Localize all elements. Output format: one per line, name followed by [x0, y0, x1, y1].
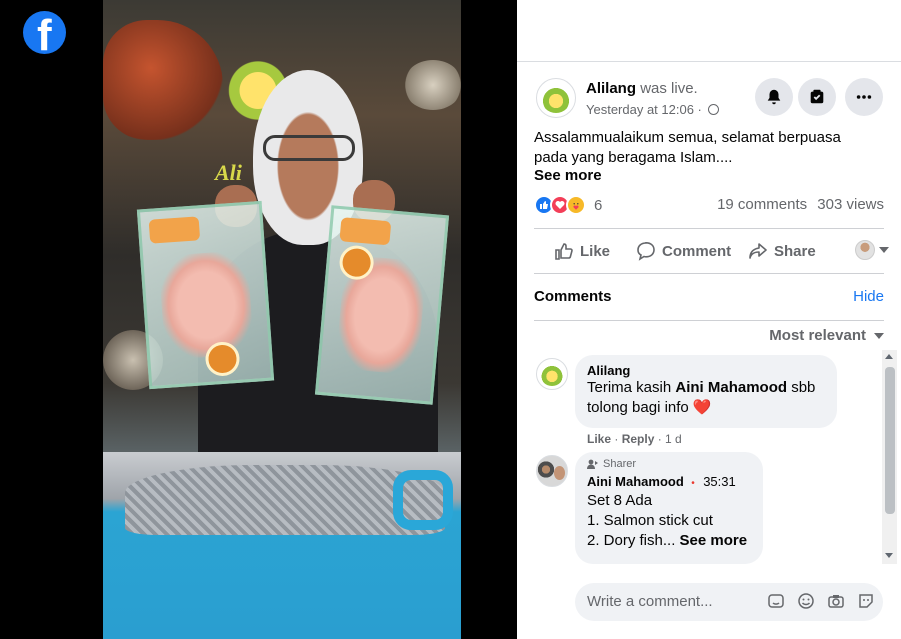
thumbs-up-icon: [555, 243, 573, 260]
user-avatar: [855, 240, 875, 260]
post-timestamp[interactable]: Yesterday at 12:06 ·: [586, 102, 702, 117]
comment-button-label: Comment: [662, 242, 732, 260]
post-see-more-link[interactable]: See more: [534, 167, 602, 184]
comment-see-more-link[interactable]: See more: [680, 532, 748, 549]
comment-sort-label: Most relevant: [769, 327, 866, 344]
panel-top-bar: [517, 0, 901, 62]
comment-age[interactable]: 1 d: [665, 432, 682, 446]
share-as-selector[interactable]: [855, 240, 889, 260]
sticker-icon[interactable]: [857, 592, 875, 610]
sharer-person-icon: [587, 459, 598, 469]
comment-author[interactable]: Alilang: [587, 363, 825, 378]
presenter-glasses: [263, 135, 355, 161]
share-button[interactable]: Share: [748, 239, 816, 263]
sharer-badge-label: Sharer: [603, 458, 637, 470]
comment-line-last: 2. Dory fish... See more: [587, 531, 751, 551]
comment-avatar[interactable]: [536, 358, 568, 390]
comment-like-link[interactable]: Like: [587, 432, 611, 446]
fish-pack-right: [314, 205, 450, 405]
post-author-name[interactable]: Alilang: [586, 80, 636, 97]
post-author-line: Alilang was live.: [586, 80, 698, 97]
comment-button[interactable]: Comment: [636, 239, 731, 263]
comment-input-placeholder: Write a comment...: [587, 593, 713, 610]
comment-sort-dropdown[interactable]: Most relevant: [769, 327, 884, 344]
post-action-bar: Like Comment Share: [534, 228, 889, 274]
comments-heading: Comments: [534, 288, 612, 305]
comments-divider: [534, 320, 884, 321]
cooler-bag-handle: [393, 470, 453, 530]
save-post-button[interactable]: [798, 78, 836, 116]
post-timestamp-line: Yesterday at 12:06 ·: [586, 102, 719, 117]
comment-mention[interactable]: Aini Mahamood: [675, 379, 787, 396]
page-avatar[interactable]: [536, 78, 576, 118]
live-dot-icon: •: [691, 478, 695, 489]
comments-scrollbar-thumb[interactable]: [885, 367, 895, 514]
notify-button[interactable]: [755, 78, 793, 116]
comment-icon: [637, 241, 655, 261]
post-stats: 19 comments 303 views: [717, 196, 884, 213]
reactions-summary[interactable]: 6: [534, 195, 602, 215]
like-button[interactable]: Like: [554, 239, 610, 263]
more-options-button[interactable]: [845, 78, 883, 116]
hide-comments-link[interactable]: Hide: [853, 288, 884, 305]
heart-emoji-icon: ❤️: [692, 399, 712, 416]
poster-lobster-image: [103, 20, 223, 140]
chevron-down-icon: [874, 332, 884, 339]
like-button-label: Like: [580, 242, 611, 260]
live-video-pane[interactable]: f Ali: [0, 0, 517, 639]
post-caption: Assalammualaikum semua, selamat berpuasa…: [534, 129, 841, 166]
comment-text: Terima kasih Aini Mahamood sbb tolong ba…: [587, 378, 825, 418]
pack-label: [148, 216, 201, 244]
comment-reply-link[interactable]: Reply: [622, 432, 655, 446]
comment-input[interactable]: Write a comment...: [575, 583, 883, 621]
comment-bubble: Sharer Aini Mahamood • 35:31 Set 8 Ada 1…: [575, 452, 763, 564]
save-icon: [810, 89, 824, 104]
avatar-sticker-icon[interactable]: [767, 592, 785, 610]
more-icon: [856, 95, 872, 99]
comment-avatar[interactable]: [536, 455, 568, 487]
poster-brand-text: Ali: [215, 160, 242, 185]
comment-tools: [755, 592, 875, 610]
care-reaction-icon: [566, 195, 586, 215]
comment-line: 2. Dory fish...: [587, 532, 676, 549]
comment-text-part: Terima kasih: [587, 379, 676, 396]
pack-label: [339, 217, 392, 246]
comments-count[interactable]: 19 comments: [717, 196, 807, 213]
pack-fillet: [158, 249, 255, 360]
globe-icon: [707, 104, 719, 115]
bell-icon: [767, 89, 781, 105]
facebook-logo-icon[interactable]: f: [23, 11, 66, 54]
sharer-badge: Sharer: [587, 458, 751, 470]
post-live-status: was live.: [640, 80, 698, 97]
scroll-up-arrow-icon[interactable]: [885, 354, 893, 359]
comment-line: 1. Salmon stick cut: [587, 512, 713, 529]
post-panel: Alilang was live. Yesterday at 12:06 · A…: [517, 0, 901, 639]
comment-line: Set 8 Ada: [587, 492, 653, 509]
share-icon: [749, 243, 767, 259]
comment-meta: Like · Reply · 1 d: [587, 432, 682, 446]
poster-shell-image: [403, 60, 461, 110]
reaction-count[interactable]: 6: [594, 197, 602, 214]
camera-icon[interactable]: [827, 592, 845, 610]
share-button-label: Share: [774, 242, 816, 260]
video-frame[interactable]: Ali: [103, 0, 461, 639]
comment-author[interactable]: Aini Mahamood: [587, 474, 684, 489]
scroll-down-arrow-icon[interactable]: [885, 553, 893, 558]
emoji-icon[interactable]: [797, 592, 815, 610]
views-count: 303 views: [817, 196, 884, 213]
comment-bubble: Alilang Terima kasih Aini Mahamood sbb t…: [575, 355, 837, 428]
comment-video-timestamp[interactable]: 35:31: [703, 474, 736, 489]
chevron-down-icon: [879, 247, 889, 253]
fish-pack-left: [136, 200, 275, 390]
